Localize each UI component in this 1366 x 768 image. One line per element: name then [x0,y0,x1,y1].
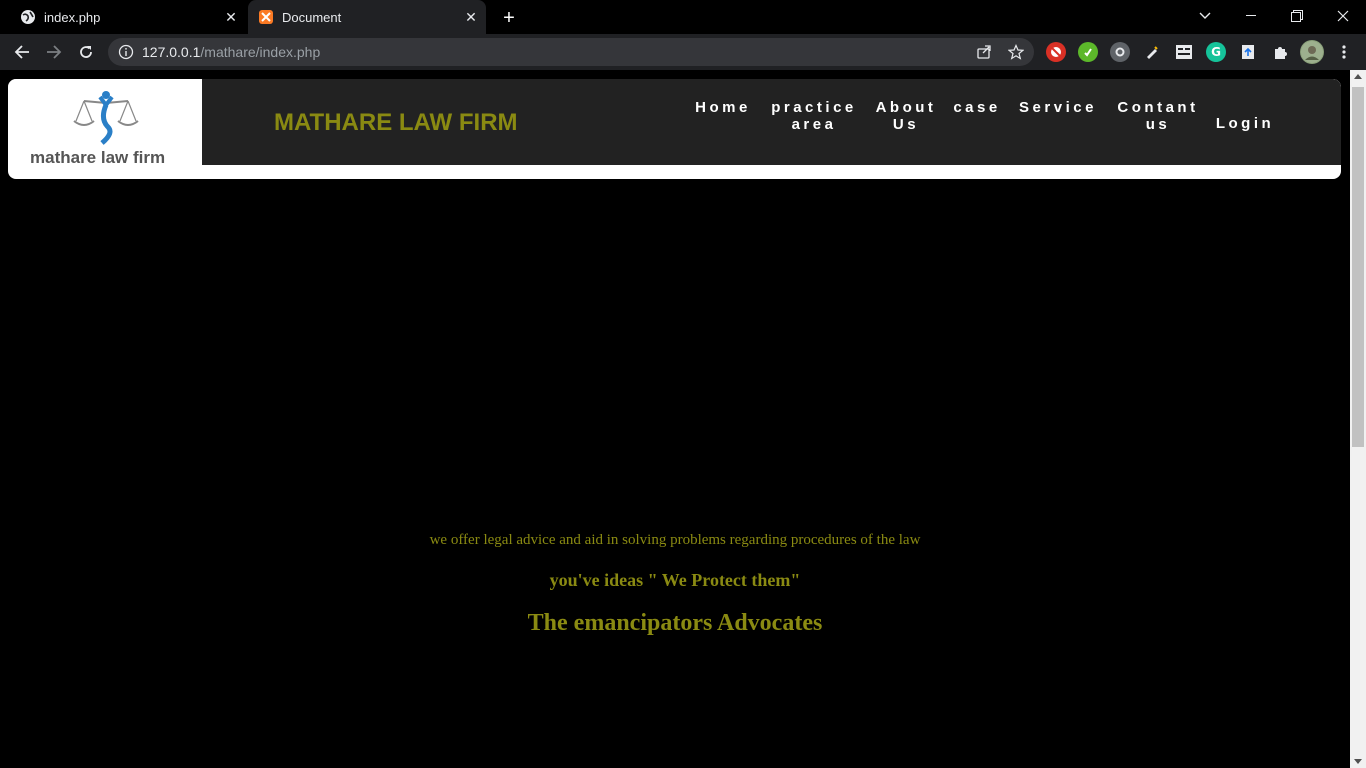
page-scrollbar[interactable] [1350,70,1366,768]
minimize-button[interactable] [1228,0,1274,32]
arrow-right-icon [47,45,62,59]
scroll-down-arrow-icon[interactable] [1354,759,1362,764]
close-icon [1337,10,1349,22]
address-bar[interactable]: 127.0.0.1/mathare/index.php [108,38,1034,66]
ext-reader-icon[interactable] [1174,42,1194,62]
xampp-icon [258,9,274,25]
ext-gear-icon[interactable] [1110,42,1130,62]
tab-index[interactable]: index.php ✕ [0,0,246,34]
intro-text: we offer legal advice and aid in solving… [429,532,921,548]
nav-practice-area[interactable]: practice area [764,99,864,133]
logo-text: mathare law firm [30,148,166,167]
reload-button[interactable] [72,38,100,66]
menu-kebab-icon[interactable] [1334,42,1354,62]
tab-document[interactable]: Document ✕ [248,0,486,34]
back-button[interactable] [8,38,36,66]
restore-button[interactable] [1274,0,1320,32]
url-path: /mathare/index.php [200,44,321,60]
nav-service[interactable]: Service [1012,99,1104,116]
firm-subtitle: The emancipators Advocates [527,610,823,636]
slogan: you've ideas " We Protect them" [549,570,801,590]
avatar[interactable] [1300,40,1324,64]
close-icon[interactable]: ✕ [220,6,242,28]
ext-grammarly-icon[interactable]: G [1206,42,1226,62]
tab-title: Document [282,9,342,25]
ext-upload-icon[interactable] [1238,42,1258,62]
tab-title: index.php [44,9,101,25]
reload-icon [80,46,92,58]
ext-green-icon[interactable] [1078,42,1098,62]
chevron-down-icon [1199,12,1211,19]
brand-title[interactable]: MATHARE LAW FIRM [274,109,518,137]
restore-icon [1291,10,1303,22]
ext-adblock-icon[interactable] [1046,42,1066,62]
nav-contact-us[interactable]: Contant us [1110,99,1206,133]
nav-login[interactable]: Login [1210,115,1280,132]
browser-toolbar: 127.0.0.1/mathare/index.php G [0,34,1366,70]
tab-search-button[interactable] [1182,0,1228,32]
share-icon[interactable] [976,44,992,60]
url-host: 127.0.0.1 [142,44,201,60]
page-viewport: mathare law firm MATHARE LAW FIRM Home p… [0,70,1350,768]
scales-of-justice-icon [73,91,139,145]
puzzle-icon[interactable] [1270,42,1290,62]
nav-home[interactable]: Home [692,99,754,116]
nav-case[interactable]: case [948,99,1006,116]
globe-icon [20,9,36,25]
minimize-icon [1246,15,1256,16]
nav-about-us[interactable]: About Us [870,99,942,133]
close-window-button[interactable] [1320,0,1366,32]
forward-button[interactable] [40,38,68,66]
arrow-left-icon [14,45,29,59]
close-icon[interactable]: ✕ [460,6,482,28]
new-tab-button[interactable]: + [496,5,522,31]
logo[interactable]: mathare law firm [8,79,202,167]
info-icon [118,44,134,60]
site-header: mathare law firm MATHARE LAW FIRM Home p… [8,79,1341,179]
scroll-up-arrow-icon[interactable] [1354,74,1362,79]
url-text: 127.0.0.1/mathare/index.php [142,44,320,60]
bookmark-star-icon[interactable] [1008,44,1024,60]
scroll-thumb[interactable] [1352,87,1364,447]
ext-pen-icon[interactable] [1142,42,1162,62]
tab-strip: index.php ✕ Document ✕ + [0,0,1366,34]
